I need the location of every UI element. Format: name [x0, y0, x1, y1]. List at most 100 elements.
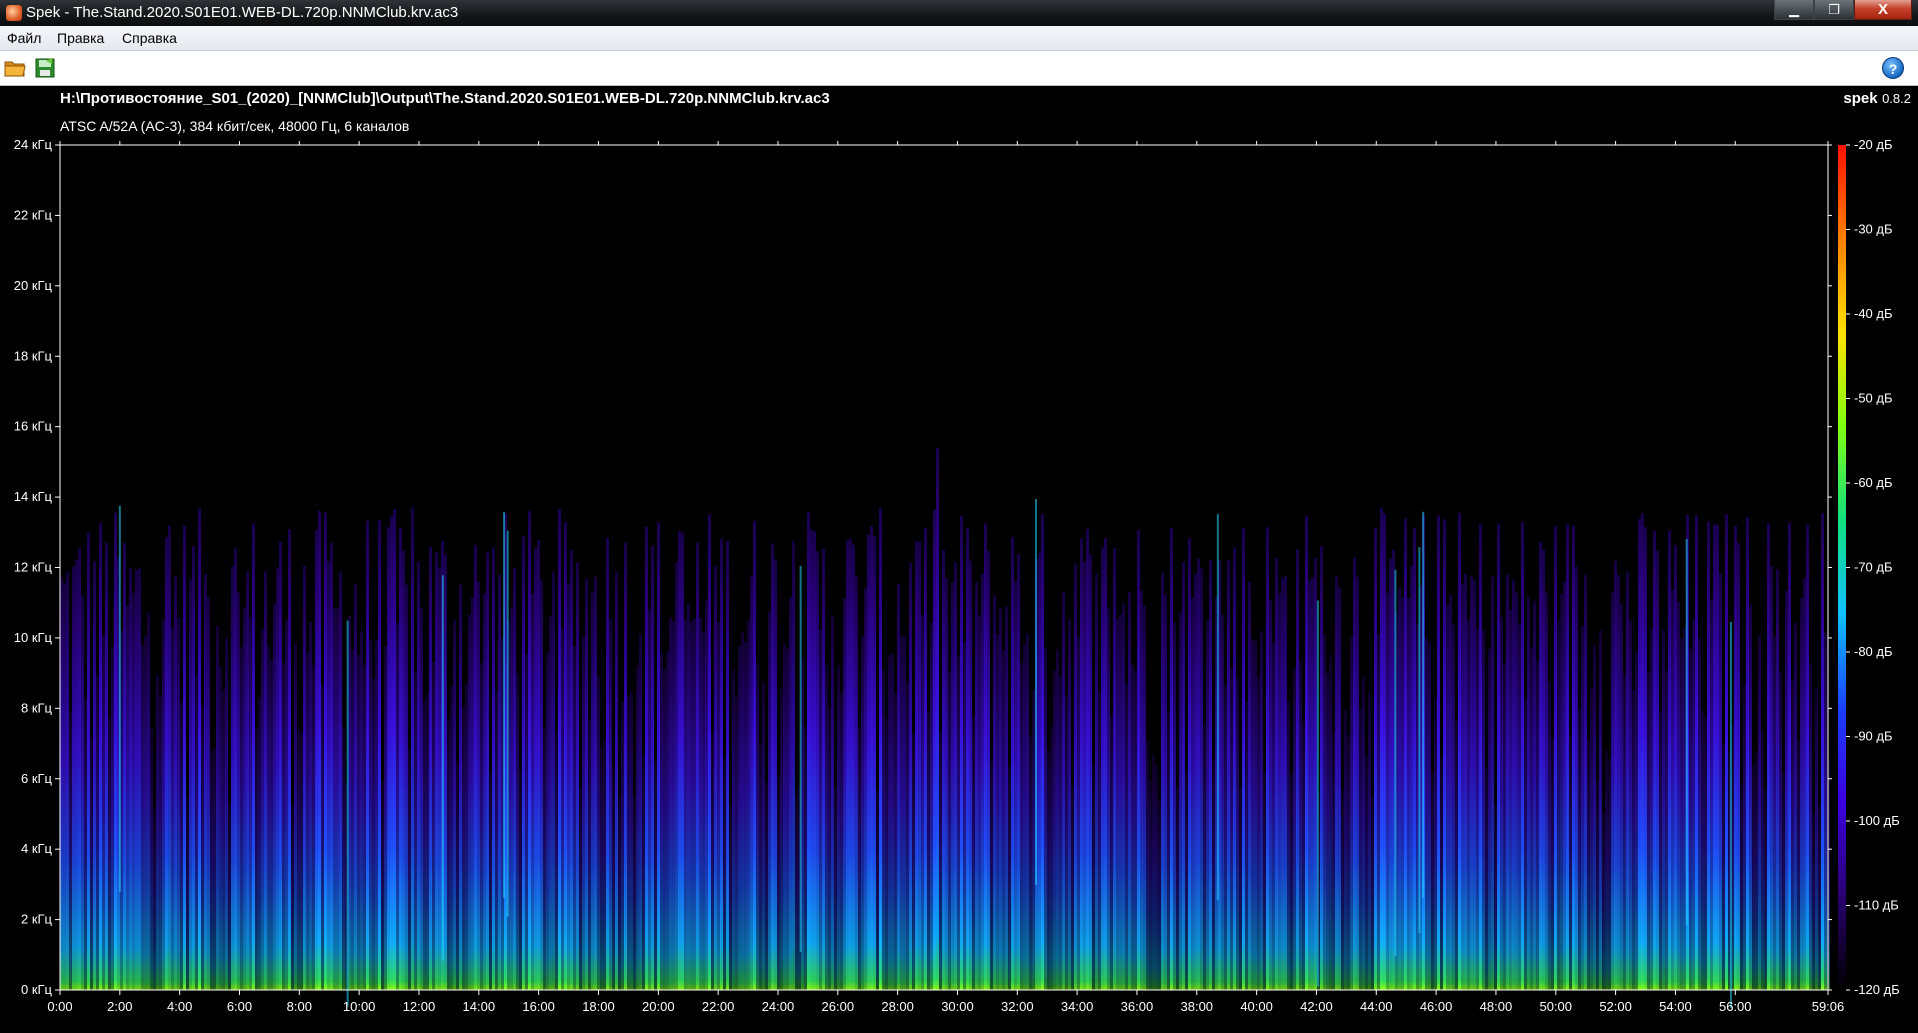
spectrogram-column [171, 627, 174, 990]
colorbar-tick-label: -30 дБ [1854, 222, 1893, 237]
menu-edit[interactable]: Правка [57, 30, 104, 46]
spectrogram-column [558, 508, 561, 990]
spectrogram-column [1488, 648, 1491, 990]
spectrogram-column [597, 675, 600, 990]
colorbar-tick-label: -80 дБ [1854, 644, 1893, 659]
spectrogram-column [1650, 628, 1653, 990]
spectrogram-column [912, 734, 915, 990]
spectrogram-column [582, 636, 585, 990]
spectrogram-column [183, 525, 186, 990]
spectrogram-column [1032, 689, 1035, 990]
spectrogram-column [756, 663, 759, 990]
spectrogram-column [1257, 676, 1260, 990]
menu-help[interactable]: Справка [122, 30, 177, 46]
spectrogram-column [636, 665, 639, 990]
spectrogram-column [1242, 527, 1245, 990]
spectrogram-column [1017, 554, 1020, 990]
y-tick-label: 12 кГц [14, 560, 53, 575]
spectrogram-column [963, 642, 966, 990]
spectrogram-column [1074, 564, 1077, 990]
spectrogram-column [906, 682, 909, 990]
spectrogram-column [471, 597, 474, 990]
x-tick-label: 52:00 [1599, 999, 1632, 1014]
spectrogram-column [1080, 538, 1083, 990]
spectrogram-column [840, 692, 843, 990]
spectrogram-column [1329, 654, 1332, 990]
spectrogram-column [237, 592, 240, 990]
spectrogram-column [78, 548, 81, 990]
spectrogram-column [1539, 541, 1542, 990]
spectrogram-column [198, 508, 201, 990]
spectrogram-column [1155, 764, 1158, 990]
spectrogram-column [1551, 738, 1554, 990]
menu-file[interactable]: Файл [7, 30, 41, 46]
spectrogram-column [1137, 530, 1140, 990]
spectrogram-column [549, 615, 552, 990]
spectrogram-column [474, 545, 477, 990]
x-tick-label: 28:00 [881, 999, 914, 1014]
spectrogram-column [225, 637, 228, 990]
spectrogram-column [384, 646, 387, 990]
spectrogram-column [1053, 670, 1056, 990]
x-tick-label: 26:00 [822, 999, 855, 1014]
spectrogram-column [1803, 578, 1806, 990]
spectrogram-column [999, 608, 1002, 990]
spectrogram-column [153, 807, 156, 990]
spectrogram-column [936, 447, 939, 991]
spectrogram-column [885, 717, 888, 990]
spectrogram-column [726, 540, 729, 990]
spectrogram-column [792, 540, 795, 990]
maximize-button[interactable]: ❐ [1814, 0, 1854, 20]
spectrogram-column [1068, 619, 1071, 990]
spectrogram-column [1299, 660, 1302, 990]
spectrogram-column [1656, 550, 1659, 990]
open-folder-icon[interactable] [3, 56, 27, 80]
spectrogram-column [1131, 664, 1134, 990]
spectrogram-column [945, 577, 948, 990]
spectrogram-column [978, 615, 981, 990]
spectrogram-column [231, 566, 234, 990]
spectrogram-column [846, 540, 849, 990]
colorbar-tick-label: -100 дБ [1854, 813, 1900, 828]
spectrogram-streak [503, 511, 506, 898]
spectrogram-column [774, 559, 777, 990]
spectrogram-column [1482, 630, 1485, 990]
spectrogram-column [657, 522, 660, 990]
spectrogram-column [147, 612, 150, 990]
spectrogram-column [1590, 687, 1593, 990]
spectrogram-column [1581, 625, 1584, 990]
spectrogram-column [1584, 575, 1587, 990]
spectrogram-column [747, 620, 750, 990]
save-image-icon[interactable] [33, 56, 57, 80]
spectrogram-column [765, 781, 768, 990]
y-tick-label: 6 кГц [21, 771, 53, 786]
spectrogram-column [264, 571, 267, 990]
spectrogram-column [1278, 593, 1281, 990]
spectrogram-column [306, 652, 309, 990]
spectrogram-column [663, 668, 666, 990]
spectrogram-column [1002, 650, 1005, 990]
minimize-button[interactable]: ▁ [1774, 0, 1814, 20]
spectrogram-column [1191, 598, 1194, 990]
spectrogram-column [819, 629, 822, 990]
spectrogram-column [255, 728, 258, 990]
spectrogram-column [1809, 663, 1812, 990]
spectrogram-column [918, 541, 921, 990]
spectrogram-column [888, 654, 891, 990]
spectrogram-column [696, 542, 699, 990]
spectrogram-column [1707, 521, 1710, 990]
spectrogram-streak [1418, 547, 1421, 934]
spectrogram-column [315, 529, 318, 990]
spectrogram-streak [346, 620, 349, 1007]
help-icon[interactable]: ? [1882, 57, 1904, 79]
spectrogram-column [357, 655, 360, 990]
spectrogram-column [1371, 795, 1374, 990]
spectrogram-column [321, 684, 324, 990]
spectrogram-column [129, 568, 132, 990]
spectrogram-column [1368, 691, 1371, 990]
close-button[interactable]: X [1854, 0, 1912, 20]
spectrogram-column [1344, 709, 1347, 990]
spectrogram-column [807, 512, 810, 990]
spectrogram-streak [118, 505, 121, 892]
spectrogram-column [1542, 549, 1545, 990]
